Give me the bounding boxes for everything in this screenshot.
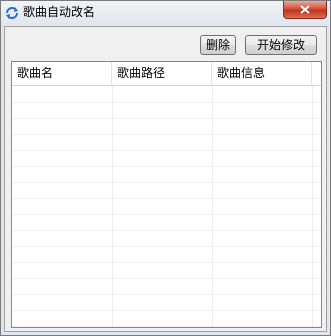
grid-line (12, 230, 321, 231)
grid-line (112, 86, 113, 327)
grid-line (12, 150, 321, 151)
grid-line (12, 246, 321, 247)
client-area: 删除 开始修改 歌曲名 歌曲路径 歌曲信息 (4, 26, 327, 332)
column-header-song-info[interactable]: 歌曲信息 (212, 62, 312, 85)
start-modify-button[interactable]: 开始修改 (245, 35, 317, 55)
grid-line (12, 102, 321, 103)
grid-line (12, 262, 321, 263)
grid-line (12, 166, 321, 167)
grid-line (312, 86, 313, 327)
grid-line (12, 198, 321, 199)
delete-button[interactable]: 删除 (200, 35, 236, 55)
refresh-arrows-icon (5, 5, 19, 19)
grid-line (12, 214, 321, 215)
close-button[interactable] (283, 1, 327, 19)
grid-line (12, 326, 321, 327)
column-header-filler (312, 62, 321, 85)
grid-line (12, 294, 321, 295)
column-header-song-name[interactable]: 歌曲名 (12, 62, 112, 85)
grid-line (212, 86, 213, 327)
grid-line (12, 118, 321, 119)
window-title: 歌曲自动改名 (23, 5, 96, 19)
grid-line (12, 182, 321, 183)
grid-line (12, 134, 321, 135)
title-bar[interactable]: 歌曲自动改名 (1, 1, 330, 23)
song-list-view[interactable]: 歌曲名 歌曲路径 歌曲信息 (11, 61, 322, 328)
close-icon (300, 5, 310, 14)
grid-line (12, 278, 321, 279)
column-header-song-path[interactable]: 歌曲路径 (112, 62, 212, 85)
list-header: 歌曲名 歌曲路径 歌曲信息 (12, 62, 321, 86)
list-rows (12, 86, 321, 327)
app-window: 歌曲自动改名 删除 开始修改 歌曲名 歌曲路径 歌曲信息 (0, 0, 331, 336)
grid-line (12, 310, 321, 311)
